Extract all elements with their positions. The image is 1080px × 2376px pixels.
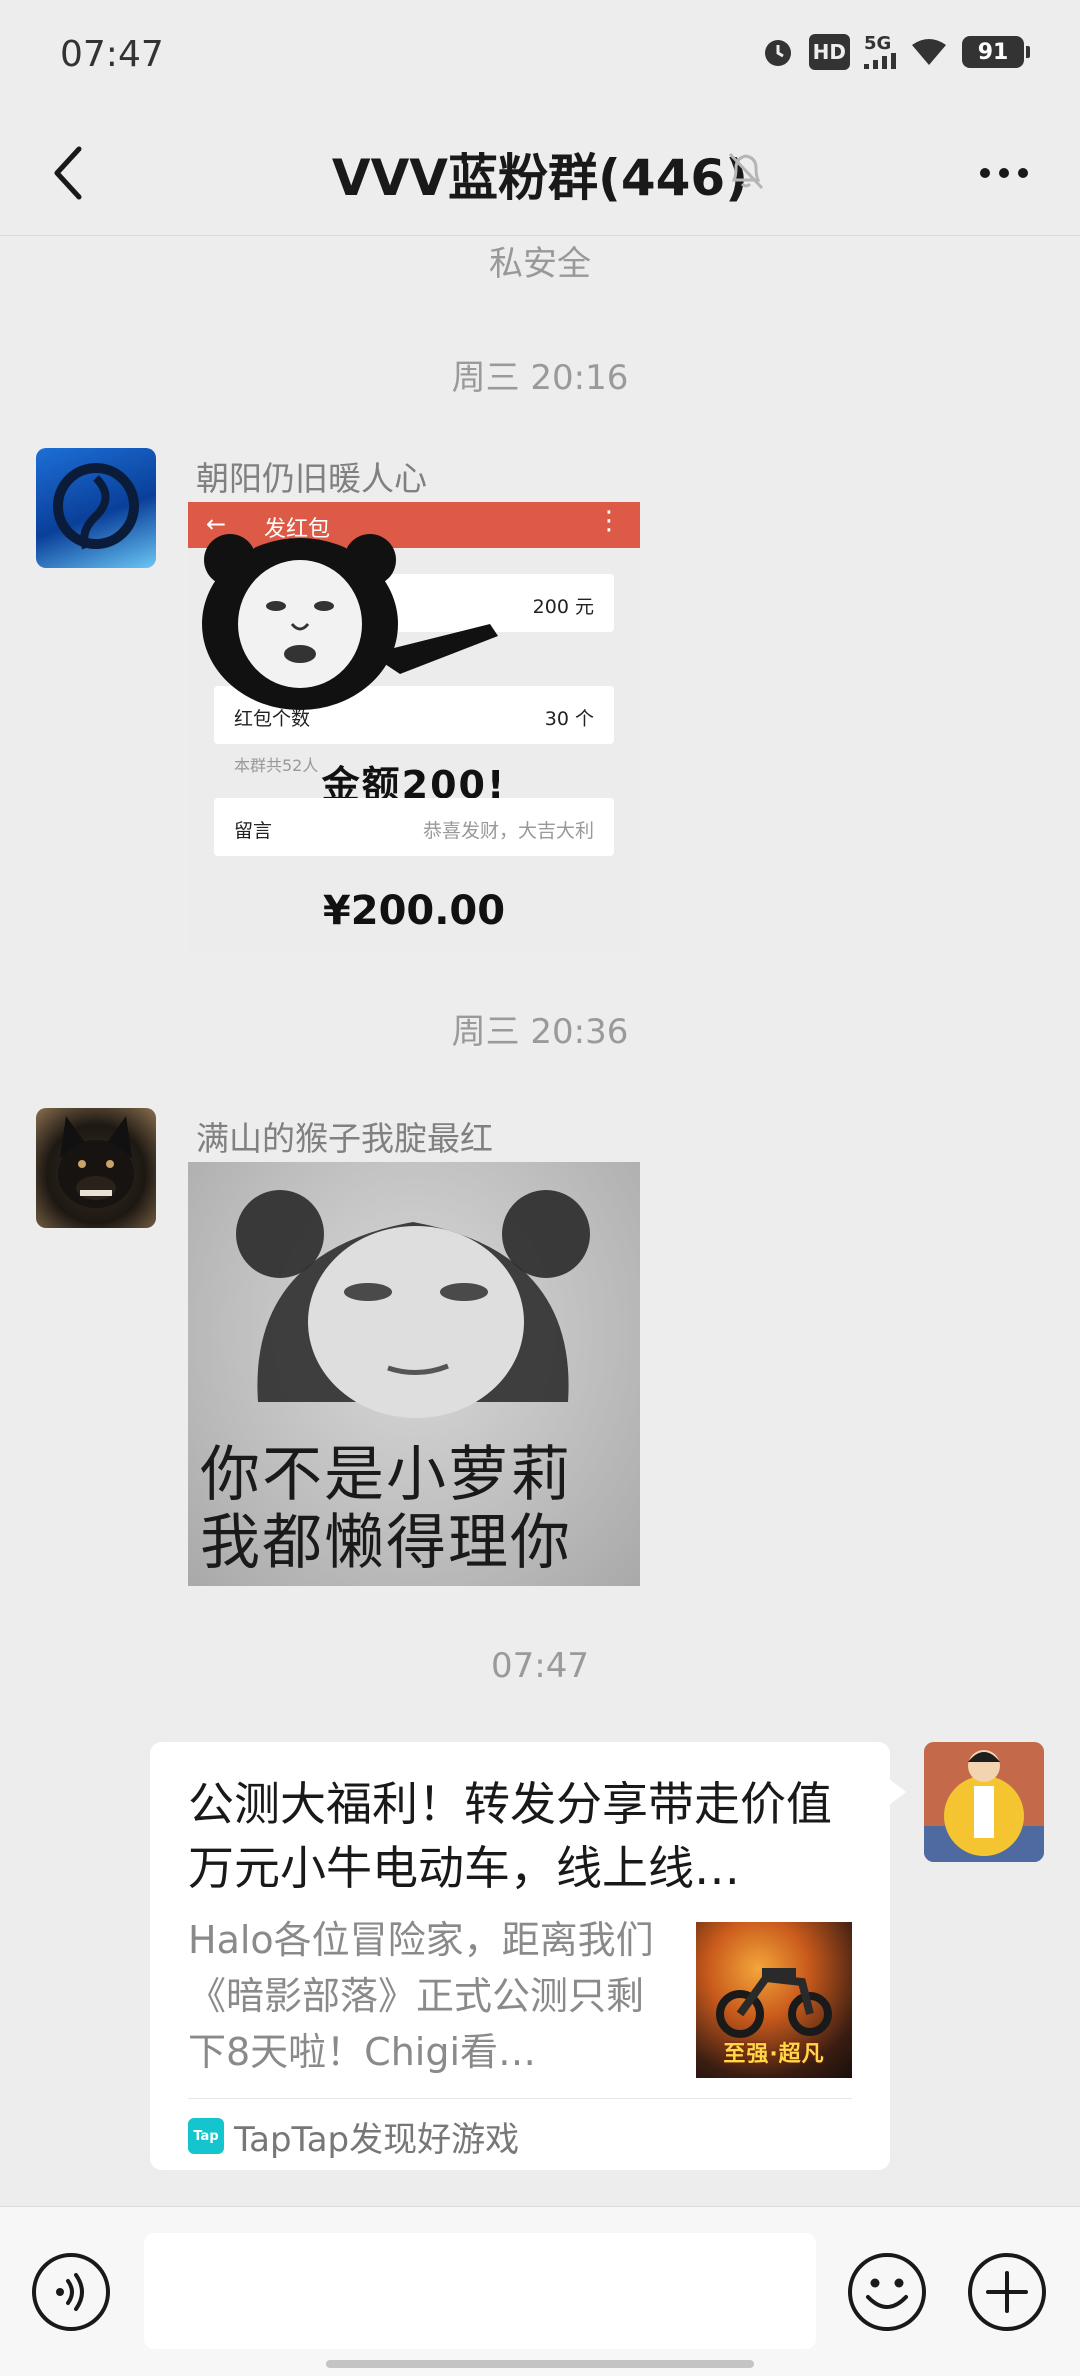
link-source: Tap TapTap发现好游戏 [188, 2114, 520, 2160]
home-indicator[interactable] [326, 2360, 754, 2368]
image-message[interactable]: ← 发红包 ⋮ 200 元 红包个数 30 个 本群共52人 金额200! 留言… [188, 502, 640, 952]
remark-row: 留言 恭喜发财，大吉大利 [214, 798, 614, 856]
more-dot-icon [1018, 168, 1028, 178]
thumbnail-text: 至强·超凡 [723, 2042, 825, 2067]
more-button[interactable] [964, 140, 1044, 206]
more-dot-icon [980, 168, 990, 178]
panda-face-icon [202, 534, 498, 710]
taptap-logo-icon: Tap [188, 2118, 224, 2154]
chat-header: VVV蓝粉群(446) [0, 110, 1080, 236]
redpacket-total: ¥200.00 [322, 888, 506, 934]
plus-icon[interactable] [966, 2251, 1048, 2333]
wifi-icon [910, 34, 948, 70]
meme-text-line: 你不是小萝莉 [200, 1440, 572, 1510]
count-value: 30 个 [544, 708, 594, 730]
input-bar [0, 2206, 1080, 2376]
avatar-swirl-icon [53, 463, 139, 550]
meme-text-line: 我都懒得理你 [200, 1508, 572, 1578]
chat-messages[interactable]: 私安全 周三 20:16 朝阳仍旧暖人心 ← 发红包 ⋮ 200 元 红包个数 … [0, 236, 1080, 2200]
hd-icon: HD [808, 34, 850, 70]
emoji-icon[interactable] [846, 2251, 928, 2333]
timestamp: 周三 20:16 [451, 358, 629, 398]
signal-icon: 5G [864, 34, 896, 70]
battery-icon: 91 [962, 36, 1030, 68]
remark-value: 恭喜发财，大吉大利 [422, 820, 594, 842]
avatar[interactable] [36, 1108, 156, 1228]
source-name: TapTap发现好游戏 [234, 2119, 520, 2160]
avatar[interactable] [36, 448, 156, 568]
system-notice: 私安全 [489, 244, 591, 284]
more-dot-icon [999, 168, 1009, 178]
link-thumbnail: 至强·超凡 [696, 1922, 852, 2078]
bell-muted-icon [722, 146, 770, 194]
status-icons: HD 5G 91 [761, 34, 1030, 70]
status-time: 07:47 [60, 34, 164, 75]
link-card[interactable]: 公测大福利！转发分享带走价值万元小牛电动车，线上线… Halo各位冒险家，距离我… [150, 1742, 906, 2170]
message-input[interactable] [144, 2233, 816, 2349]
remark-label: 留言 [234, 820, 273, 842]
link-title: 公测大福利！转发分享带走价值万元小牛电动车，线上线… [188, 1777, 832, 1895]
panda-face-icon [236, 1190, 590, 1418]
dog-avatar-icon [58, 1116, 134, 1208]
link-description: Halo各位冒险家，距离我们《暗影部落》正式公测只剩下8天啦！Chigi看… [188, 1918, 654, 2074]
divider [188, 2098, 852, 2099]
title-wrap: VVV蓝粉群(446) [0, 138, 1080, 210]
network-label: 5G [864, 33, 892, 54]
timestamp: 07:47 [491, 1646, 589, 1686]
motorbike-icon [716, 1968, 832, 2038]
sender-name: 朝阳仍旧暖人心 [196, 459, 427, 498]
chat-title: VVV蓝粉群(446) [331, 149, 749, 207]
status-bar: 07:47 HD 5G 91 [0, 0, 1080, 110]
cartoon-avatar-icon [924, 1742, 1044, 1862]
menu-dots-icon: ⋮ [596, 506, 622, 536]
sender-name: 满山的猴子我腚最红 [196, 1119, 493, 1158]
amount-value: 200 元 [532, 596, 594, 618]
timestamp: 周三 20:36 [451, 1012, 629, 1052]
voice-input-icon[interactable] [30, 2251, 112, 2333]
image-message[interactable]: 你不是小萝莉 我都懒得理你 [188, 1162, 640, 1586]
alarm-icon [761, 34, 795, 70]
my-avatar[interactable] [924, 1742, 1044, 1862]
